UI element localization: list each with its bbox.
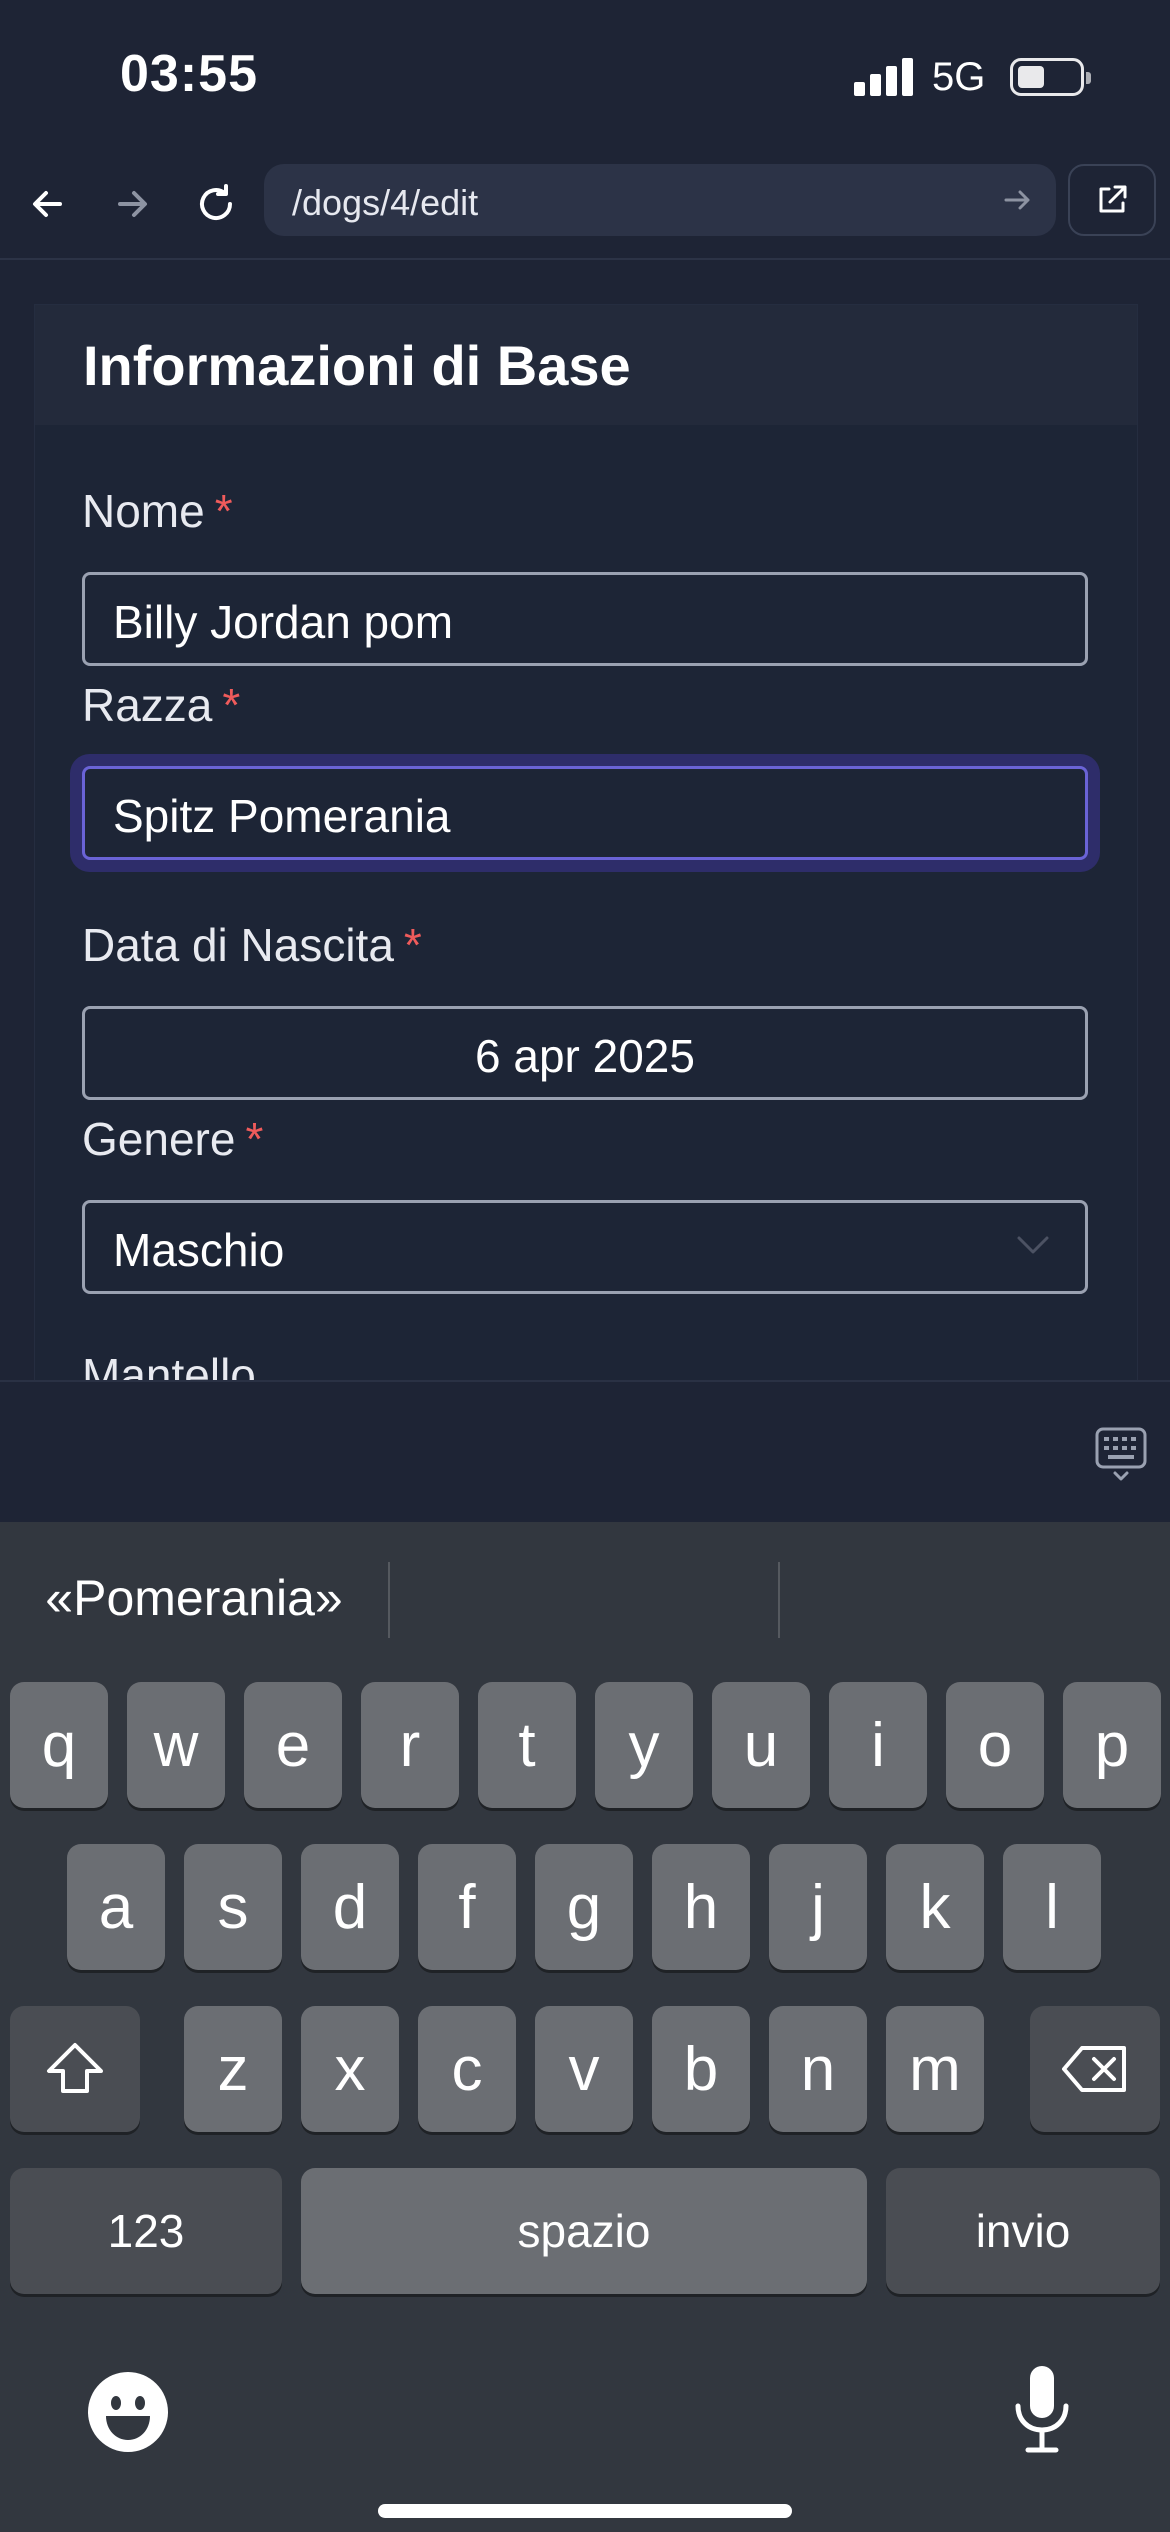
card-title: Informazioni di Base	[83, 334, 631, 397]
genere-label: Genere *	[82, 1113, 264, 1165]
forward-button[interactable]	[104, 176, 160, 232]
nome-value: Billy Jordan pom	[113, 596, 454, 648]
suggestion-1[interactable]: «Pomerania»	[0, 1522, 388, 1674]
key-a[interactable]: a	[67, 1844, 165, 1970]
key-o[interactable]: o	[946, 1682, 1044, 1808]
home-indicator[interactable]	[378, 2504, 792, 2518]
space-key[interactable]: spazio	[301, 2168, 867, 2294]
shift-icon	[47, 2043, 103, 2093]
card-header: Informazioni di Base	[35, 305, 1137, 425]
signal-icon	[854, 58, 914, 96]
backspace-key[interactable]	[1030, 2006, 1160, 2132]
required-mark: *	[403, 919, 422, 971]
emoji-button[interactable]	[86, 2370, 170, 2454]
key-w[interactable]: w	[127, 1682, 225, 1808]
emoji-icon	[88, 2372, 168, 2452]
key-p[interactable]: p	[1063, 1682, 1161, 1808]
genere-value: Maschio	[113, 1224, 285, 1276]
url-text: /dogs/4/edit	[292, 182, 479, 223]
return-key[interactable]: invio	[886, 2168, 1160, 2294]
go-arrow-icon[interactable]	[1000, 182, 1036, 218]
arrow-left-icon	[33, 191, 62, 217]
key-f[interactable]: f	[418, 1844, 516, 1970]
keyboard: «Pomerania» q w e r t y u i o p a s d f …	[0, 1522, 1170, 2532]
battery-icon	[1010, 58, 1091, 96]
reload-icon	[200, 184, 232, 220]
numbers-key[interactable]: 123	[10, 2168, 282, 2294]
key-g[interactable]: g	[535, 1844, 633, 1970]
dictation-button[interactable]	[1010, 2364, 1074, 2456]
suggestion-2[interactable]	[390, 1522, 778, 1674]
key-y[interactable]: y	[595, 1682, 693, 1808]
required-mark: *	[222, 679, 241, 731]
key-z[interactable]: z	[184, 2006, 282, 2132]
key-m[interactable]: m	[886, 2006, 984, 2132]
nome-label: Nome *	[82, 485, 233, 537]
open-external-button[interactable]	[1068, 164, 1156, 236]
backspace-icon	[1062, 2046, 1126, 2092]
key-h[interactable]: h	[652, 1844, 750, 1970]
razza-value: Spitz Pomerania	[113, 790, 451, 842]
mantello-label: Mantello	[82, 1349, 256, 1380]
key-r[interactable]: r	[361, 1682, 459, 1808]
nascita-label: Data di Nascita *	[82, 919, 422, 971]
key-q[interactable]: q	[10, 1682, 108, 1808]
birthdate-input[interactable]: 6 apr 2025	[82, 1006, 1088, 1100]
key-u[interactable]: u	[712, 1682, 810, 1808]
key-n[interactable]: n	[769, 2006, 867, 2132]
razza-input[interactable]: Spitz Pomerania	[82, 766, 1088, 860]
microphone-icon	[1015, 2366, 1069, 2453]
external-link-icon	[1099, 185, 1127, 213]
status-time: 03:55	[120, 45, 258, 103]
key-d[interactable]: d	[301, 1844, 399, 1970]
required-mark: *	[214, 485, 233, 537]
key-t[interactable]: t	[478, 1682, 576, 1808]
key-l[interactable]: l	[1003, 1844, 1101, 1970]
arrow-right-icon	[118, 191, 147, 217]
key-s[interactable]: s	[184, 1844, 282, 1970]
nome-input[interactable]: Billy Jordan pom	[82, 572, 1088, 666]
status-bar: 03:55 5G	[0, 0, 1170, 150]
browser-toolbar: /dogs/4/edit	[0, 150, 1170, 260]
keyboard-accessory-bar	[0, 1380, 1170, 1524]
key-j[interactable]: j	[769, 1844, 867, 1970]
key-x[interactable]: x	[301, 2006, 399, 2132]
key-k[interactable]: k	[886, 1844, 984, 1970]
key-b[interactable]: b	[652, 2006, 750, 2132]
razza-label: Razza *	[82, 679, 241, 731]
key-e[interactable]: e	[244, 1682, 342, 1808]
url-bar[interactable]: /dogs/4/edit	[264, 164, 1056, 236]
network-type: 5G	[932, 55, 986, 99]
page-content: Informazioni di Base Nome * Billy Jordan …	[0, 260, 1170, 1380]
required-mark: *	[245, 1113, 264, 1165]
key-v[interactable]: v	[535, 2006, 633, 2132]
birthdate-value: 6 apr 2025	[475, 1030, 695, 1082]
key-i[interactable]: i	[829, 1682, 927, 1808]
chevron-down-icon	[1017, 1236, 1049, 1254]
key-c[interactable]: c	[418, 2006, 516, 2132]
shift-key[interactable]	[10, 2006, 140, 2132]
suggestion-3[interactable]	[780, 1522, 1170, 1674]
reload-button[interactable]	[188, 176, 244, 232]
back-button[interactable]	[20, 176, 76, 232]
keyboard-dismiss-icon[interactable]	[1094, 1426, 1148, 1484]
genere-select[interactable]: Maschio	[82, 1200, 1088, 1294]
